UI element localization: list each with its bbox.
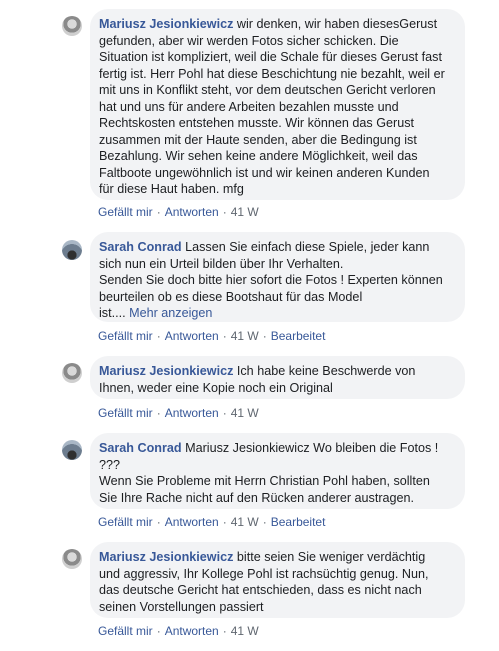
comment-bubble: Mariusz Jesionkiewicz wir denken, wir ha…	[90, 9, 465, 200]
avatar[interactable]	[62, 363, 82, 383]
separator-dot: ·	[156, 624, 161, 638]
comment-bubble: Sarah Conrad Lassen Sie einfach diese Sp…	[90, 232, 465, 322]
comment-thread: Mariusz Jesionkiewicz wir denken, wir ha…	[0, 0, 499, 651]
comment-time[interactable]: 41 W	[231, 406, 259, 420]
separator-dot: ·	[156, 406, 161, 420]
reply-link[interactable]: Antworten	[165, 329, 219, 343]
separator-dot: ·	[222, 624, 227, 638]
comment-author[interactable]: Sarah Conrad	[99, 240, 182, 254]
avatar[interactable]	[62, 549, 82, 569]
comment-author[interactable]: Mariusz Jesionkiewicz	[99, 17, 233, 31]
separator-dot: ·	[222, 515, 227, 529]
comment-time[interactable]: 41 W	[231, 329, 259, 343]
comment-time[interactable]: 41 W	[231, 624, 259, 638]
comment-bubble: Sarah Conrad Mariusz Jesionkiewicz Wo bl…	[90, 433, 465, 509]
like-link[interactable]: Gefällt mir	[98, 624, 153, 638]
like-link[interactable]: Gefällt mir	[98, 515, 153, 529]
comment-bubble: Mariusz Jesionkiewicz Ich habe keine Bes…	[90, 356, 465, 399]
separator-dot: ·	[222, 406, 227, 420]
comment-author[interactable]: Sarah Conrad	[99, 441, 182, 455]
comment-actions: Gefällt mir · Antworten · 41 W	[98, 205, 259, 219]
comment-actions: Gefällt mir · Antworten · 41 W	[98, 624, 259, 638]
comment-actions: Gefällt mir · Antworten · 41 W	[98, 406, 259, 420]
avatar[interactable]	[62, 240, 82, 260]
comment-text: wir denken, wir haben diesesGerust gefun…	[99, 17, 445, 196]
reply-link[interactable]: Antworten	[165, 624, 219, 638]
separator-dot: ·	[222, 329, 227, 343]
reply-link[interactable]: Antworten	[165, 205, 219, 219]
separator-dot: ·	[156, 515, 161, 529]
comment-actions: Gefällt mir · Antworten · 41 W · Bearbeitet	[98, 329, 325, 343]
comment-author[interactable]: Mariusz Jesionkiewicz	[99, 364, 233, 378]
like-link[interactable]: Gefällt mir	[98, 205, 153, 219]
comment-time[interactable]: 41 W	[231, 515, 259, 529]
comment-time[interactable]: 41 W	[231, 205, 259, 219]
comment-bubble: Mariusz Jesionkiewicz bitte seien Sie we…	[90, 542, 465, 618]
separator-dot: ·	[156, 329, 161, 343]
comment-author[interactable]: Mariusz Jesionkiewicz	[99, 550, 233, 564]
like-link[interactable]: Gefällt mir	[98, 329, 153, 343]
separator-dot: ·	[262, 515, 267, 529]
separator-dot: ·	[156, 205, 161, 219]
edited-link[interactable]: Bearbeitet	[271, 515, 326, 529]
separator-dot: ·	[262, 329, 267, 343]
avatar[interactable]	[62, 440, 82, 460]
avatar[interactable]	[62, 16, 82, 36]
see-more-link[interactable]: Mehr anzeigen	[129, 306, 212, 320]
separator-dot: ·	[222, 205, 227, 219]
reply-link[interactable]: Antworten	[165, 515, 219, 529]
like-link[interactable]: Gefällt mir	[98, 406, 153, 420]
comment-actions: Gefällt mir · Antworten · 41 W · Bearbeitet	[98, 515, 325, 529]
reply-link[interactable]: Antworten	[165, 406, 219, 420]
edited-link[interactable]: Bearbeitet	[271, 329, 326, 343]
